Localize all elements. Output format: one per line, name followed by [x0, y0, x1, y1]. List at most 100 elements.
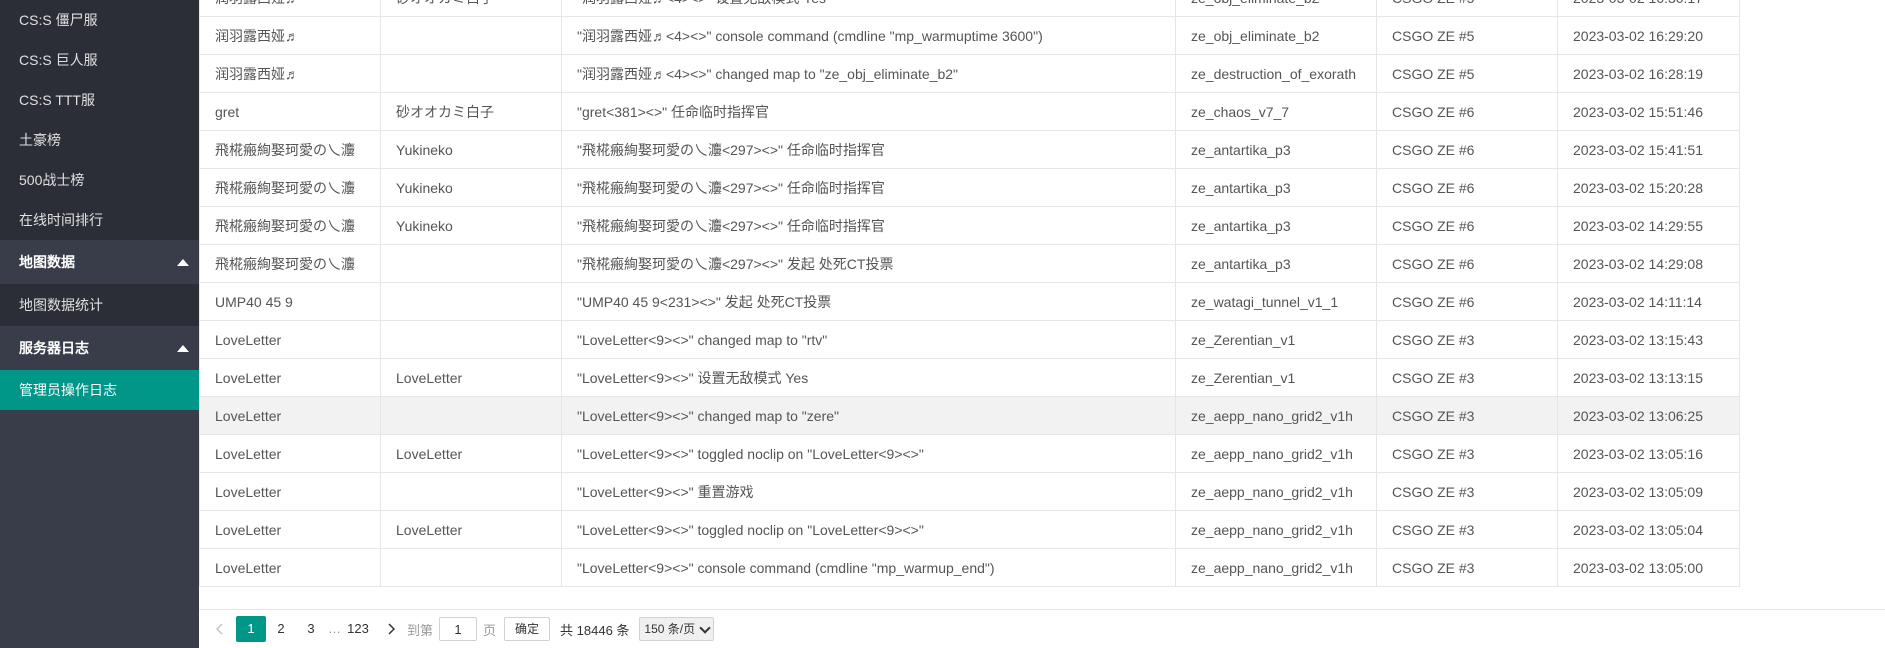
sidebar-group-map-data[interactable]: 地图数据 [0, 240, 199, 284]
chevron-right-icon[interactable] [381, 616, 401, 642]
cell-admin: 飛椛瘢絢娶珂愛の乀灋 [199, 168, 381, 207]
sidebar-item-label: CS:S 僵尸服 [19, 12, 98, 28]
chevron-down-icon [699, 621, 711, 634]
table-row: 飛椛瘢絢娶珂愛の乀灋 Yukineko "飛椛瘢絢娶珂愛の乀灋<297><>" … [199, 168, 1740, 207]
cell-action: "LoveLetter<9><>" toggled noclip on "Lov… [561, 434, 1176, 473]
cell-target: 砂オオカミ白子 [380, 92, 562, 131]
cell-admin: 润羽露西娅♬ [199, 0, 381, 17]
cell-action: "润羽露西娅♬<4><>" 设置无敌模式 Yes [561, 0, 1176, 17]
cell-target: 砂オオカミ白子 [380, 0, 562, 17]
cell-server: CSGO ZE #3 [1376, 358, 1558, 397]
cell-target [380, 16, 562, 55]
sidebar-nav: CS:S 僵尸服 CS:S 巨人服 CS:S TTT服 土豪榜 500战士榜 在… [0, 0, 199, 648]
cell-action: "飛椛瘢絢娶珂愛の乀灋<297><>" 任命临时指挥官 [561, 130, 1176, 169]
cell-action: "飛椛瘢絢娶珂愛の乀灋<297><>" 任命临时指挥官 [561, 206, 1176, 245]
cell-admin: LoveLetter [199, 358, 381, 397]
table-row: LoveLetter LoveLetter "LoveLetter<9><>" … [199, 434, 1740, 473]
cell-target [380, 282, 562, 321]
cell-admin: LoveLetter [199, 510, 381, 549]
cell-admin: LoveLetter [199, 472, 381, 511]
cell-time: 2023-03-02 13:05:16 [1557, 434, 1740, 473]
cell-admin: 飛椛瘢絢娶珂愛の乀灋 [199, 206, 381, 245]
cell-target: LoveLetter [380, 358, 562, 397]
cell-admin: 润羽露西娅♬ [199, 54, 381, 93]
cell-time: 2023-03-02 16:28:19 [1557, 54, 1740, 93]
table-row: 飛椛瘢絢娶珂愛の乀灋 "飛椛瘢絢娶珂愛の乀灋<297><>" 发起 处死CT投票… [199, 244, 1740, 283]
cell-time: 2023-03-02 13:13:15 [1557, 358, 1740, 397]
cell-time: 2023-03-02 14:29:55 [1557, 206, 1740, 245]
cell-map: ze_Zerentian_v1 [1175, 320, 1377, 359]
cell-target: Yukineko [380, 168, 562, 207]
cell-server: CSGO ZE #3 [1376, 548, 1558, 587]
chevron-left-icon[interactable] [212, 616, 228, 642]
confirm-button[interactable]: 确定 [504, 617, 551, 641]
cell-map: ze_aepp_nano_grid2_v1h [1175, 548, 1377, 587]
sidebar-item-label: 土豪榜 [19, 132, 61, 148]
sidebar-item-label: 管理员操作日志 [19, 382, 117, 398]
table-row: 飛椛瘢絢娶珂愛の乀灋 Yukineko "飛椛瘢絢娶珂愛の乀灋<297><>" … [199, 206, 1740, 245]
main-content: 润羽露西娅♬ 砂オオカミ白子 "润羽露西娅♬<4><>" 设置无敌模式 Yes … [199, 0, 1885, 648]
sidebar-item-500-warrior-rank[interactable]: 500战士榜 [0, 160, 199, 200]
cell-time: 2023-03-02 16:30:17 [1557, 0, 1740, 17]
sidebar-item-admin-action-log[interactable]: 管理员操作日志 [0, 370, 199, 410]
sidebar-item-css-zombie[interactable]: CS:S 僵尸服 [0, 0, 199, 40]
per-page-select[interactable]: 150 条/页 [639, 617, 715, 641]
sidebar-item-label: 地图数据统计 [19, 297, 103, 313]
cell-target [380, 472, 562, 511]
cell-map: ze_chaos_v7_7 [1175, 92, 1377, 131]
sidebar-group-label: 服务器日志 [19, 340, 89, 356]
cell-time: 2023-03-02 13:05:00 [1557, 548, 1740, 587]
goto-page-input[interactable] [439, 617, 478, 641]
sidebar-group-server-logs[interactable]: 服务器日志 [0, 326, 199, 370]
table-row: LoveLetter "LoveLetter<9><>" console com… [199, 548, 1740, 587]
cell-map: ze_aepp_nano_grid2_v1h [1175, 396, 1377, 435]
cell-action: "LoveLetter<9><>" changed map to "rtv" [561, 320, 1176, 359]
cell-time: 2023-03-02 13:05:04 [1557, 510, 1740, 549]
cell-time: 2023-03-02 13:06:25 [1557, 396, 1740, 435]
cell-action: "gret<381><>" 任命临时指挥官 [561, 92, 1176, 131]
cell-server: CSGO ZE #3 [1376, 472, 1558, 511]
sidebar-item-label: 500战士榜 [19, 172, 85, 188]
caret-up-icon [177, 259, 189, 266]
cell-map: ze_obj_eliminate_b2 [1175, 0, 1377, 17]
cell-map: ze_aepp_nano_grid2_v1h [1175, 472, 1377, 511]
cell-time: 2023-03-02 15:51:46 [1557, 92, 1740, 131]
cell-action: "LoveLetter<9><>" console command (cmdli… [561, 548, 1176, 587]
page-button-last[interactable]: 123 [343, 616, 373, 642]
cell-time: 2023-03-02 14:29:08 [1557, 244, 1740, 283]
sidebar-item-online-time-rank[interactable]: 在线时间排行 [0, 200, 199, 240]
page-unit-label: 页 [483, 622, 497, 638]
cell-target: Yukineko [380, 130, 562, 169]
cell-target [380, 548, 562, 587]
cell-target [380, 54, 562, 93]
page-button[interactable]: 3 [296, 616, 326, 642]
cell-map: ze_antartika_p3 [1175, 130, 1377, 169]
cell-admin: 润羽露西娅♬ [199, 16, 381, 55]
sidebar-item-map-stats[interactable]: 地图数据统计 [0, 284, 199, 326]
sidebar-item-css-giant[interactable]: CS:S 巨人服 [0, 40, 199, 80]
cell-time: 2023-03-02 13:15:43 [1557, 320, 1740, 359]
cell-map: ze_obj_eliminate_b2 [1175, 16, 1377, 55]
cell-target: LoveLetter [380, 434, 562, 473]
table-row: LoveLetter LoveLetter "LoveLetter<9><>" … [199, 510, 1740, 549]
cell-action: "飛椛瘢絢娶珂愛の乀灋<297><>" 发起 处死CT投票 [561, 244, 1176, 283]
cell-map: ze_antartika_p3 [1175, 206, 1377, 245]
cell-server: CSGO ZE #6 [1376, 130, 1558, 169]
cell-admin: 飛椛瘢絢娶珂愛の乀灋 [199, 244, 381, 283]
cell-time: 2023-03-02 13:05:09 [1557, 472, 1740, 511]
cell-target: LoveLetter [380, 510, 562, 549]
pagination-bar: 1 2 3 … 123 到第 页 确定 共 18446 条 150 条/页 [199, 609, 1885, 648]
cell-server: CSGO ZE #3 [1376, 320, 1558, 359]
cell-map: ze_watagi_tunnel_v1_1 [1175, 282, 1377, 321]
page-button-current[interactable]: 1 [236, 616, 266, 642]
sidebar-item-css-ttt[interactable]: CS:S TTT服 [0, 80, 199, 120]
page-button[interactable]: 2 [266, 616, 296, 642]
cell-target: Yukineko [380, 206, 562, 245]
cell-admin: 飛椛瘢絢娶珂愛の乀灋 [199, 130, 381, 169]
table-row: LoveLetter "LoveLetter<9><>" 重置游戏 ze_aep… [199, 472, 1740, 511]
cell-action: "LoveLetter<9><>" changed map to "zere" [561, 396, 1176, 435]
cell-server: CSGO ZE #6 [1376, 92, 1558, 131]
table-row: 润羽露西娅♬ 砂オオカミ白子 "润羽露西娅♬<4><>" 设置无敌模式 Yes … [199, 0, 1740, 17]
sidebar-item-rich-rank[interactable]: 土豪榜 [0, 120, 199, 160]
sidebar-group-label: 地图数据 [19, 254, 75, 270]
